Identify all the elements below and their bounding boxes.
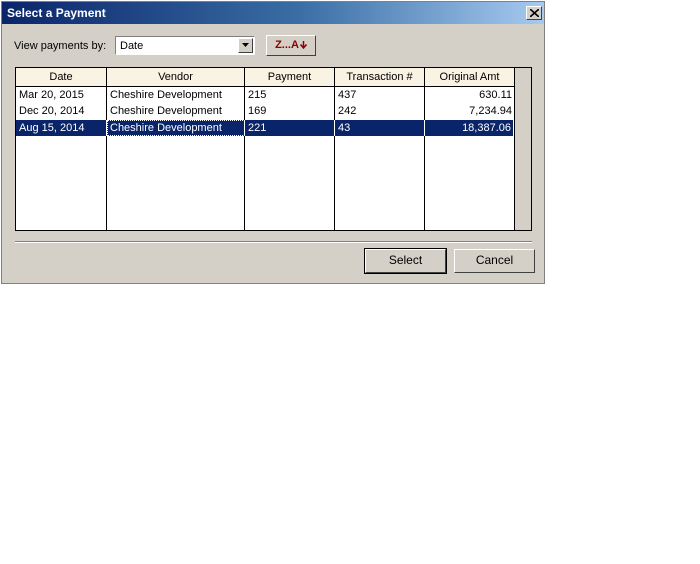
chevron-down-icon — [242, 43, 249, 47]
close-button[interactable] — [526, 6, 542, 20]
divider — [15, 241, 532, 243]
table-row[interactable]: Mar 20, 2015 Cheshire Development 215 43… — [16, 87, 513, 103]
column-header-original-amt[interactable]: Original Amt — [425, 68, 515, 87]
cell-payment: 221 — [245, 120, 335, 136]
cell-date: Dec 20, 2014 — [19, 105, 85, 117]
sort-order-button[interactable]: Z...A — [266, 35, 316, 56]
column-header-vendor[interactable]: Vendor — [107, 68, 245, 87]
select-payment-dialog: Select a Payment View payments by: Date … — [1, 1, 545, 284]
column-header-transaction[interactable]: Transaction # — [335, 68, 425, 87]
title-bar: Select a Payment — [2, 2, 544, 24]
cell-payment: 215 — [248, 89, 267, 101]
payments-table: Date Vendor Payment Transaction # Origin… — [15, 67, 532, 231]
cell-vendor: Cheshire Development — [107, 120, 245, 136]
vertical-scrollbar[interactable] — [514, 68, 531, 230]
cell-date: Aug 15, 2014 — [16, 120, 107, 136]
table-row[interactable]: Dec 20, 2014 Cheshire Development 169 24… — [16, 103, 513, 119]
column-header-date[interactable]: Date — [16, 68, 107, 87]
select-button[interactable]: Select — [364, 248, 447, 274]
cell-date: Mar 20, 2015 — [19, 89, 84, 101]
cell-transaction: 437 — [338, 89, 357, 101]
view-by-value: Date — [120, 40, 144, 52]
table-row-selected[interactable]: Aug 15, 2014 Cheshire Development 221 43… — [16, 120, 514, 136]
cancel-button[interactable]: Cancel — [454, 249, 535, 273]
view-by-select[interactable]: Date — [115, 36, 255, 55]
view-payments-label: View payments by: — [14, 40, 107, 52]
cell-vendor: Cheshire Development — [110, 89, 222, 101]
close-icon — [530, 9, 539, 17]
cell-transaction: 43 — [335, 120, 425, 136]
window-title: Select a Payment — [7, 6, 106, 20]
cell-original-amt: 7,234.94 — [469, 105, 512, 117]
cell-original-amt: 18,387.06 — [425, 120, 514, 136]
arrow-down-icon — [299, 41, 307, 50]
cell-vendor: Cheshire Development — [110, 105, 222, 117]
cell-original-amt: 630.11 — [479, 89, 512, 101]
cell-transaction: 242 — [338, 105, 357, 117]
column-header-payment[interactable]: Payment — [245, 68, 335, 87]
sort-order-label: Z...A — [275, 39, 299, 51]
dropdown-button[interactable] — [238, 38, 253, 53]
cell-payment: 169 — [248, 105, 267, 117]
